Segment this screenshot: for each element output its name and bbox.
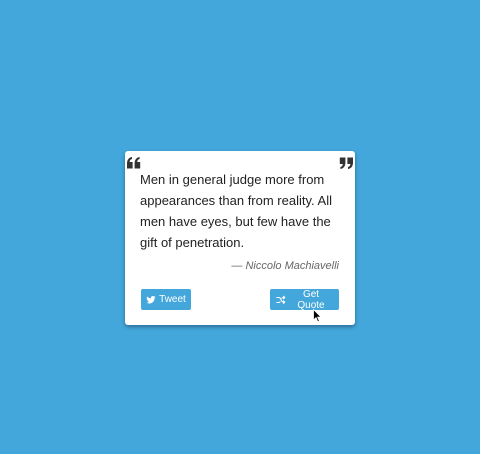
- get-quote-button[interactable]: Get Quote: [270, 288, 339, 311]
- get-quote-button-label: Get Quote: [297, 288, 325, 311]
- quote-author: — Niccolo Machiavelli: [231, 260, 339, 272]
- tweet-button-label: Tweet: [159, 294, 186, 305]
- quote-right-icon: [338, 155, 354, 171]
- mouse-pointer-icon: [313, 309, 323, 323]
- twitter-icon: [146, 295, 156, 305]
- shuffle-icon: [276, 295, 286, 305]
- tweet-button[interactable]: Tweet: [141, 289, 191, 310]
- quote-card: Men in general judge more from appearanc…: [125, 151, 355, 325]
- quote-text: Men in general judge more from appearanc…: [140, 172, 332, 250]
